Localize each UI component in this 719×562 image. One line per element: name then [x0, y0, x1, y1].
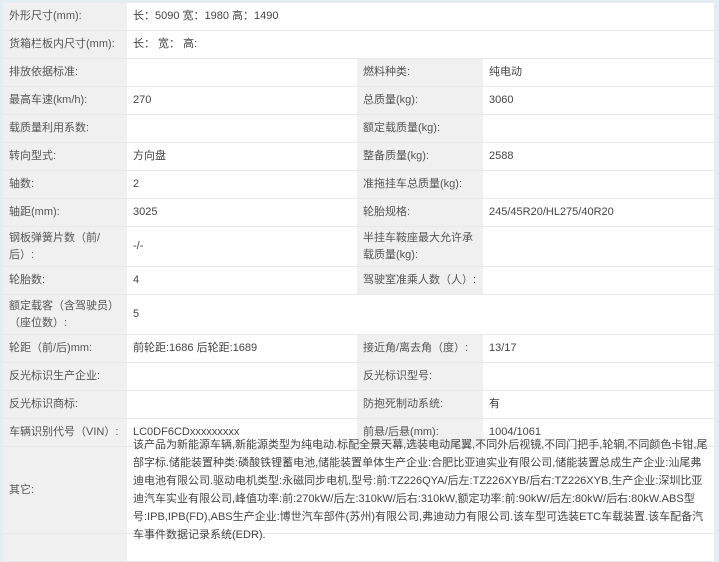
vehicle-spec-table: 外形尺寸(mm): 长：5090 宽：1980 高：1490 货箱栏板内尺寸(mm)… — [3, 3, 714, 562]
field-label: 额定载客（含驾驶员）（座位数）: — [3, 295, 127, 334]
field-label: 轴距(mm): — [3, 199, 127, 226]
table-row — [3, 534, 714, 562]
field-label: 转向型式: — [3, 143, 127, 170]
table-row: 轮距（前/后)mm: 前轮距:1686 后轮距:1689 接近角/离去角（度）: 13… — [3, 335, 714, 363]
field-value: 3025 — [133, 206, 158, 218]
table-row: 载质量利用系数: 额定载质量(kg): — [3, 115, 714, 143]
field-label: 额定载质量(kg): — [357, 115, 483, 142]
field-label: 接近角/离去角（度）: — [357, 335, 483, 362]
field-label: 防抱死制动系统: — [357, 391, 483, 418]
field-value — [127, 115, 357, 142]
field-label: 轮距（前/后)mm: — [3, 335, 127, 362]
field-value: 前轮距:1686 后轮距:1689 — [133, 342, 258, 354]
field-label: 最高车速(km/h): — [3, 87, 127, 114]
field-value: -/- — [133, 240, 144, 252]
field-label: 反光标识型号: — [357, 363, 483, 390]
field-label: 外形尺寸(mm): — [3, 3, 127, 30]
table-row: 反光标识商标: 防抱死制动系统: 有 — [3, 391, 714, 419]
field-value: 长：5090 宽：1980 高：1490 — [133, 10, 279, 22]
field-label: 其它: — [3, 447, 127, 533]
field-label: 车辆识别代号（VIN）: — [3, 419, 127, 446]
table-row: 转向型式: 方向盘 整备质量(kg): 2588 — [3, 143, 714, 171]
field-value — [127, 391, 357, 418]
field-label: 半挂车鞍座最大允许承载质量(kg): — [357, 227, 483, 266]
field-value — [483, 115, 714, 142]
field-label: 钢板弹簧片数（前/后）: — [3, 227, 127, 266]
field-label: 整备质量(kg): — [357, 143, 483, 170]
field-value — [483, 267, 714, 294]
field-value — [127, 363, 357, 390]
field-label: 燃料种类: — [357, 59, 483, 86]
field-value: 纯电动 — [489, 66, 522, 78]
field-value: 4 — [133, 274, 140, 286]
table-row: 额定载客（含驾驶员）（座位数）: 5 — [3, 295, 714, 335]
table-row: 轮胎数: 4 驾驶室准乘人数（人）: — [3, 267, 714, 295]
field-label: 轮胎规格: — [357, 199, 483, 226]
table-row: 外形尺寸(mm): 长：5090 宽：1980 高：1490 — [3, 3, 714, 31]
field-label: 反光标识商标: — [3, 391, 127, 418]
field-label: 轮胎数: — [3, 267, 127, 294]
field-value: 270 — [133, 94, 152, 106]
field-label: 轴数: — [3, 171, 127, 198]
field-value — [483, 363, 714, 390]
field-value: 方向盘 — [133, 150, 166, 162]
table-row: 其它: 该产品为新能源车辆,新能源类型为纯电动.标配全景天幕,选装电动尾翼,不同外… — [3, 439, 714, 541]
field-value: 2588 — [489, 150, 514, 162]
field-value: 245/45R20/HL275/40R20 — [489, 206, 614, 218]
field-value: 长： 宽： 高: — [133, 38, 198, 50]
field-value — [483, 171, 714, 198]
field-label: 准拖挂车总质量(kg): — [357, 171, 483, 198]
table-row: 反光标识生产企业: 反光标识型号: — [3, 363, 714, 391]
table-row: 轴数: 2 准拖挂车总质量(kg): — [3, 171, 714, 199]
field-label: 总质量(kg): — [357, 87, 483, 114]
field-label: 载质量利用系数: — [3, 115, 127, 142]
field-value — [483, 227, 714, 266]
field-value: 5 — [133, 308, 140, 320]
field-label — [3, 534, 127, 561]
field-label: 驾驶室准乘人数（人）: — [357, 267, 483, 294]
table-row: 最高车速(km/h): 270 总质量(kg): 3060 — [3, 87, 714, 115]
field-value — [127, 59, 357, 86]
field-value: 该产品为新能源车辆,新能源类型为纯电动.标配全景天幕,选装电动尾翼,不同外后视镜… — [133, 439, 708, 541]
table-row: 轴距(mm): 3025 轮胎规格: 245/45R20/HL275/40R20 — [3, 199, 714, 227]
table-row: 钢板弹簧片数（前/后）: -/- 半挂车鞍座最大允许承载质量(kg): — [3, 227, 714, 267]
field-label: 排放依据标准: — [3, 59, 127, 86]
field-value: 13/17 — [489, 342, 517, 354]
table-row: 货箱栏板内尺寸(mm): 长： 宽： 高: — [3, 31, 714, 59]
table-row: 排放依据标准: 燃料种类: 纯电动 — [3, 59, 714, 87]
field-label: 货箱栏板内尺寸(mm): — [3, 31, 127, 58]
field-value: 有 — [489, 398, 500, 410]
field-value: 2 — [133, 178, 140, 190]
field-value: 3060 — [489, 94, 514, 106]
field-label: 反光标识生产企业: — [3, 363, 127, 390]
